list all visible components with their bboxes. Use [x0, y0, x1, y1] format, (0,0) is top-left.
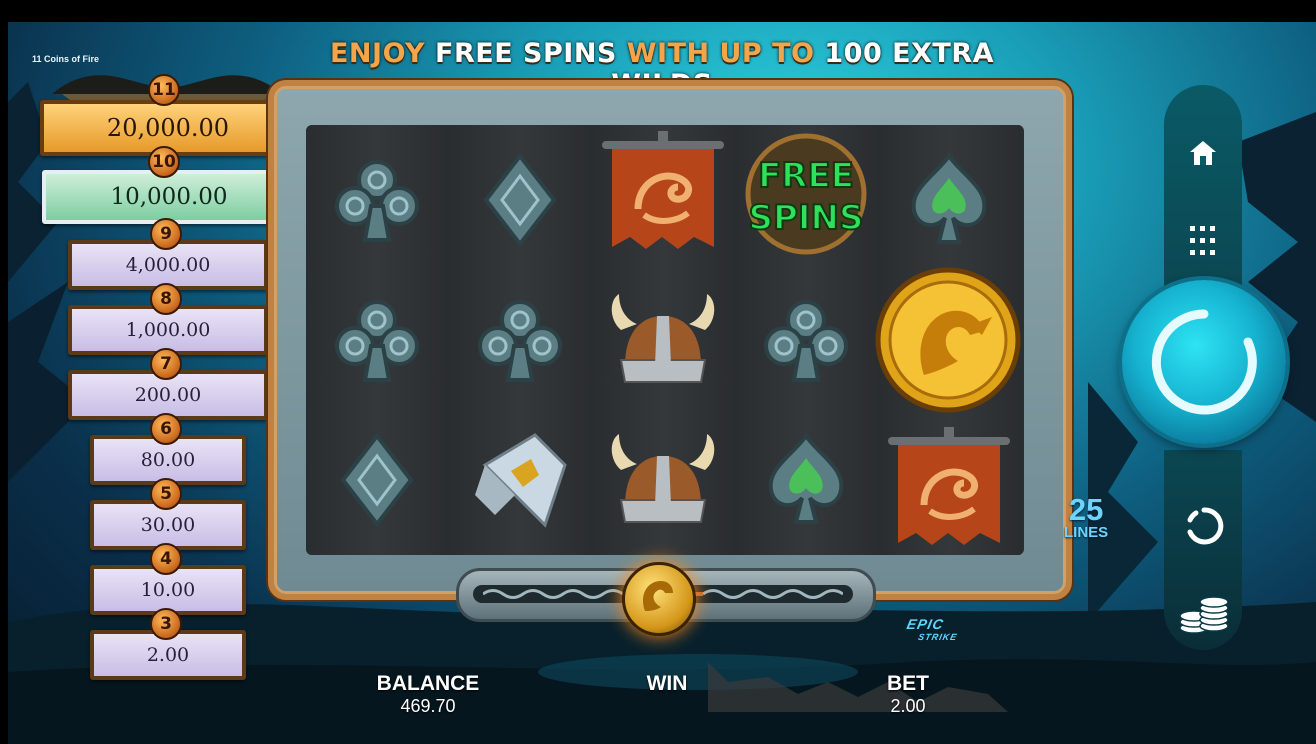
autoplay-icon [1187, 507, 1224, 545]
meter-dragon-coin-icon [622, 562, 696, 636]
paytable-count-9: 9 [150, 218, 182, 250]
bet-label: BET [887, 672, 929, 695]
free-spins-word-1: FREE [758, 156, 854, 196]
paytable-count-7: 7 [150, 348, 182, 380]
headline-part: WITH UP TO [626, 38, 825, 69]
paytable-value-10: 10,000.00 [42, 170, 296, 224]
free-spins-word-2: SPINS [749, 198, 864, 238]
reel-area: FREE SPINS [306, 125, 1024, 555]
paytable-count-6: 6 [150, 413, 182, 445]
paytable-count-4: 4 [150, 543, 182, 575]
paytable-count-11: 11 [148, 74, 180, 106]
diamond-icon [312, 415, 442, 545]
balance-label: BALANCE [376, 672, 480, 695]
bet-settings-button[interactable] [1178, 596, 1230, 636]
axe-head-icon [455, 415, 585, 545]
dragon-coin-icon [874, 265, 1022, 415]
viking-helmet-icon [598, 275, 728, 405]
headline-part: FREE SPINS [435, 38, 627, 69]
lines-number: 25 [1068, 492, 1104, 527]
game-title: 11 Coins of Fire [32, 54, 100, 64]
epic-strike-logo: EPIC STRIKE [903, 616, 962, 642]
coin-stack-icon [1179, 596, 1229, 634]
headline-part: ENJOY [329, 38, 436, 69]
grid-menu-icon [1190, 226, 1215, 255]
paytable-count-5: 5 [150, 478, 182, 510]
win-label: WIN [646, 672, 688, 695]
spade-icon [884, 135, 1014, 265]
free-spins-icon: FREE SPINS [741, 129, 871, 259]
balance-display: BALANCE 469.70 [348, 672, 508, 717]
club-icon [455, 275, 585, 405]
epic-strike-line2: STRIKE [917, 632, 959, 642]
club-icon [312, 135, 442, 265]
club-icon [312, 275, 442, 405]
dragon-banner-icon [598, 129, 728, 259]
bet-value: 2.00 [890, 696, 926, 716]
paytable-count-10: 10 [148, 146, 180, 178]
spade-icon [741, 415, 871, 545]
menu-button[interactable] [1186, 224, 1220, 258]
epic-strike-line1: EPIC [905, 616, 946, 632]
lines-label: LINES [1064, 524, 1109, 541]
home-icon [1190, 141, 1216, 165]
paytable-count-3: 3 [150, 608, 182, 640]
home-button[interactable] [1186, 136, 1220, 170]
spin-arrow-icon [1151, 309, 1257, 415]
diamond-icon [455, 135, 585, 265]
balance-value: 469.70 [400, 696, 456, 716]
paytable-count-8: 8 [150, 283, 182, 315]
spin-button[interactable] [1122, 280, 1286, 444]
side-menu-panel [1164, 85, 1242, 295]
dragon-banner-icon [884, 425, 1014, 555]
top-black-bar [0, 0, 1316, 22]
club-icon [741, 275, 871, 405]
bet-display: BET 2.00 [858, 672, 958, 717]
autoplay-button[interactable] [1184, 506, 1224, 546]
win-display: WIN [620, 672, 714, 696]
viking-helmet-icon [598, 415, 728, 545]
lines-indicator: 25 LINES [1064, 494, 1108, 540]
